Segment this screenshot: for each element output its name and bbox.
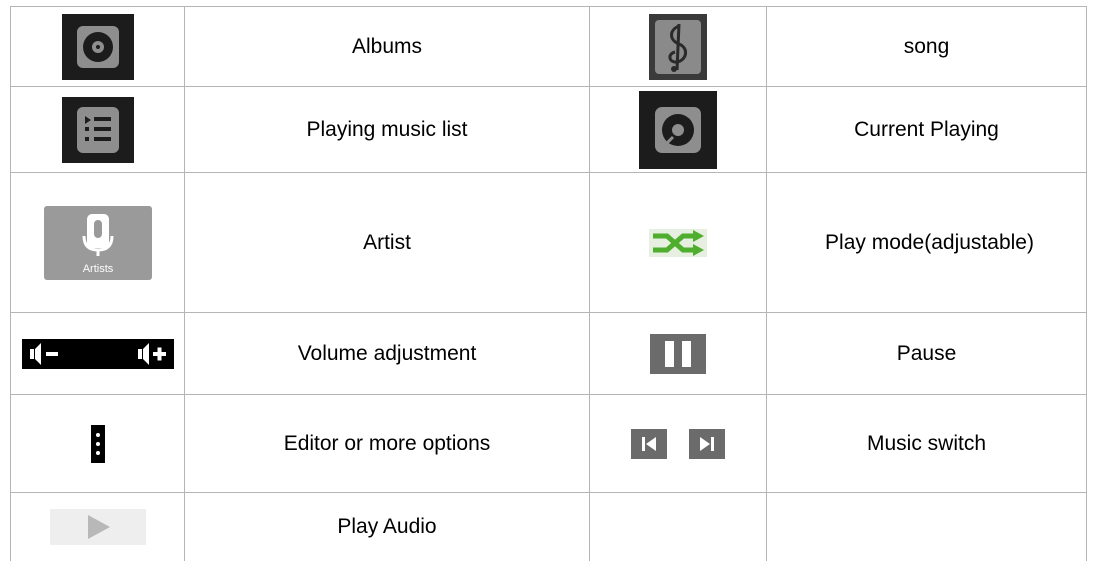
music-note-icon xyxy=(649,13,707,80)
icon-cell xyxy=(10,492,185,561)
table-row: Play Audio xyxy=(10,492,1087,561)
row-label: Editor or more options xyxy=(184,394,590,493)
now-playing-icon xyxy=(639,90,717,169)
row-label: Music switch xyxy=(766,394,1087,493)
icon-cell xyxy=(10,6,185,87)
icon-cell xyxy=(589,394,767,493)
more-options-icon xyxy=(90,424,105,463)
icon-cell xyxy=(10,86,185,173)
icon-cell xyxy=(589,312,767,395)
row-label: Play mode(adjustable) xyxy=(766,172,1087,313)
row-label: Play Audio xyxy=(184,492,590,561)
icon-cell: Artists xyxy=(10,172,185,313)
table-row: Volume adjustment Pause xyxy=(10,312,1087,395)
table-row: Artists Artist Play mode(adjustable) xyxy=(10,172,1087,313)
icon-cell xyxy=(589,6,767,87)
artist-mic-icon: Artists xyxy=(43,205,152,280)
empty-cell xyxy=(589,492,767,561)
row-label: Volume adjustment xyxy=(184,312,590,395)
row-label: Artist xyxy=(184,172,590,313)
next-track-icon xyxy=(689,428,725,459)
row-label: Playing music list xyxy=(184,86,590,173)
play-icon xyxy=(49,508,146,545)
table-row: Playing music list Current Playing xyxy=(10,86,1087,173)
icon-cell xyxy=(589,86,767,173)
volume-icons xyxy=(21,338,174,369)
previous-track-icon xyxy=(631,428,667,459)
table-row: Editor or more options Music switch xyxy=(10,394,1087,493)
icon-cell xyxy=(10,312,185,395)
icon-cell xyxy=(589,172,767,313)
row-label: Albums xyxy=(184,6,590,87)
pause-icon xyxy=(650,333,706,374)
playlist-icon xyxy=(61,96,134,163)
row-label: song xyxy=(766,6,1087,87)
icon-legend-table: Albums song Playing music list Current P… xyxy=(10,6,1087,561)
shuffle-icon xyxy=(649,228,707,257)
table-row: Albums song xyxy=(10,6,1087,87)
row-label: Pause xyxy=(766,312,1087,395)
row-label: Current Playing xyxy=(766,86,1087,173)
icon-cell xyxy=(10,394,185,493)
prev-next-icons xyxy=(631,428,725,459)
album-disc-icon xyxy=(61,13,134,80)
artists-icon-caption: Artists xyxy=(82,263,113,275)
empty-cell xyxy=(766,492,1087,561)
